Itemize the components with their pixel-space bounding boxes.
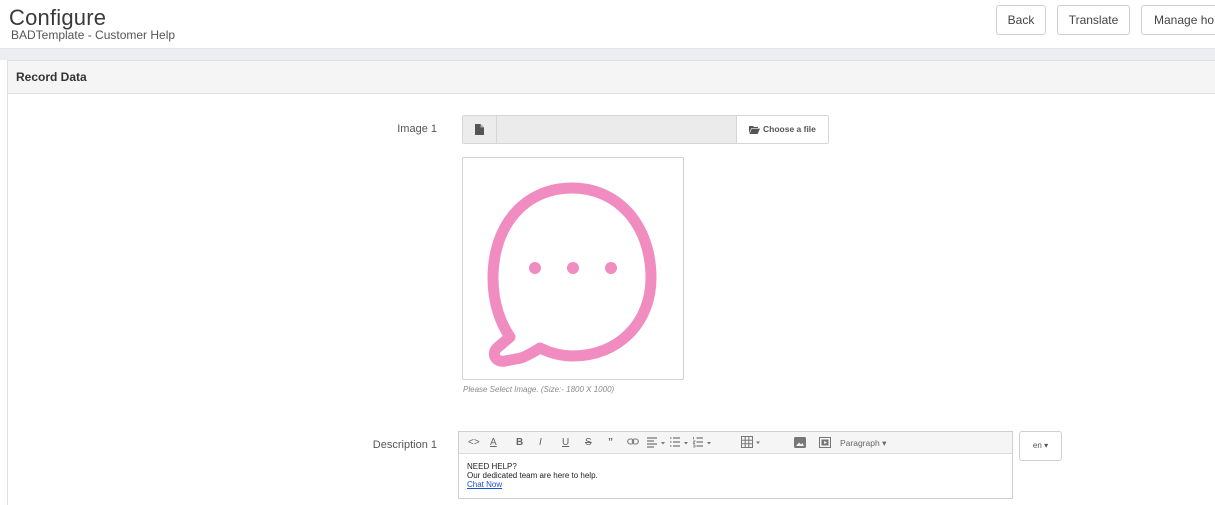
choose-file-button[interactable]: Choose a file bbox=[736, 116, 828, 143]
language-dropdown[interactable]: en ▾ bbox=[1019, 431, 1062, 461]
rich-text-editor[interactable]: <> A B I U S ” Paragraph ▾ NEED HELP? Ou… bbox=[458, 431, 1013, 499]
paragraph-dropdown-label: Paragraph bbox=[840, 438, 880, 448]
editor-toolbar: <> A B I U S ” Paragraph ▾ bbox=[459, 432, 1012, 454]
page-title: Configure bbox=[9, 5, 107, 30]
image-field-label: Image 1 bbox=[397, 123, 437, 135]
italic-button[interactable]: I bbox=[539, 436, 542, 450]
choose-file-label: Choose a file bbox=[763, 124, 816, 134]
quote-button[interactable]: ” bbox=[608, 436, 613, 450]
content-heading: NEED HELP? bbox=[467, 462, 517, 471]
chat-now-link[interactable]: Chat Now bbox=[467, 480, 598, 489]
content-text: Our dedicated team are here to help. bbox=[467, 471, 598, 480]
underline-button[interactable]: U bbox=[562, 436, 569, 450]
image-size-hint: Please Select Image. (Size:- 1800 X 1000… bbox=[463, 385, 615, 394]
strikethrough-button[interactable]: S bbox=[585, 436, 592, 450]
image-insert-icon[interactable] bbox=[794, 437, 806, 448]
align-dropdown-icon[interactable] bbox=[647, 437, 667, 448]
header-divider bbox=[0, 48, 1215, 60]
paragraph-dropdown[interactable]: Paragraph ▾ bbox=[840, 436, 886, 450]
editor-content[interactable]: NEED HELP? Our dedicated team are here t… bbox=[467, 462, 598, 489]
font-color-button[interactable]: A bbox=[490, 436, 497, 450]
bullet-list-dropdown-icon[interactable] bbox=[670, 437, 690, 448]
table-dropdown-icon[interactable] bbox=[741, 436, 764, 449]
page-subtitle: BADTemplate - Customer Help bbox=[11, 28, 176, 42]
chevron-down-icon: ▾ bbox=[882, 438, 887, 448]
file-upload-group[interactable]: Choose a file bbox=[462, 115, 829, 144]
panel-title: Record Data bbox=[16, 70, 87, 84]
back-button[interactable]: Back bbox=[996, 5, 1046, 35]
video-insert-icon[interactable] bbox=[819, 437, 831, 448]
numbered-list-dropdown-icon[interactable] bbox=[693, 437, 713, 448]
panel-heading: Record Data bbox=[8, 61, 1215, 94]
manage-button[interactable]: Manage ho bbox=[1141, 5, 1215, 35]
code-view-button[interactable]: <> bbox=[468, 436, 480, 450]
folder-open-icon bbox=[749, 126, 760, 134]
file-icon bbox=[463, 116, 497, 143]
language-label: en bbox=[1032, 441, 1042, 450]
link-icon[interactable] bbox=[627, 438, 639, 446]
bold-button[interactable]: B bbox=[516, 436, 523, 450]
top-bar: Configure BADTemplate - Customer Help Ba… bbox=[0, 0, 1215, 48]
chat-bubble-ellipsis-icon bbox=[487, 182, 657, 367]
chevron-down-icon: ▾ bbox=[1044, 441, 1049, 450]
translate-button[interactable]: Translate bbox=[1057, 5, 1130, 35]
description-field-label: Description 1 bbox=[372, 439, 437, 451]
image-preview bbox=[462, 157, 684, 380]
